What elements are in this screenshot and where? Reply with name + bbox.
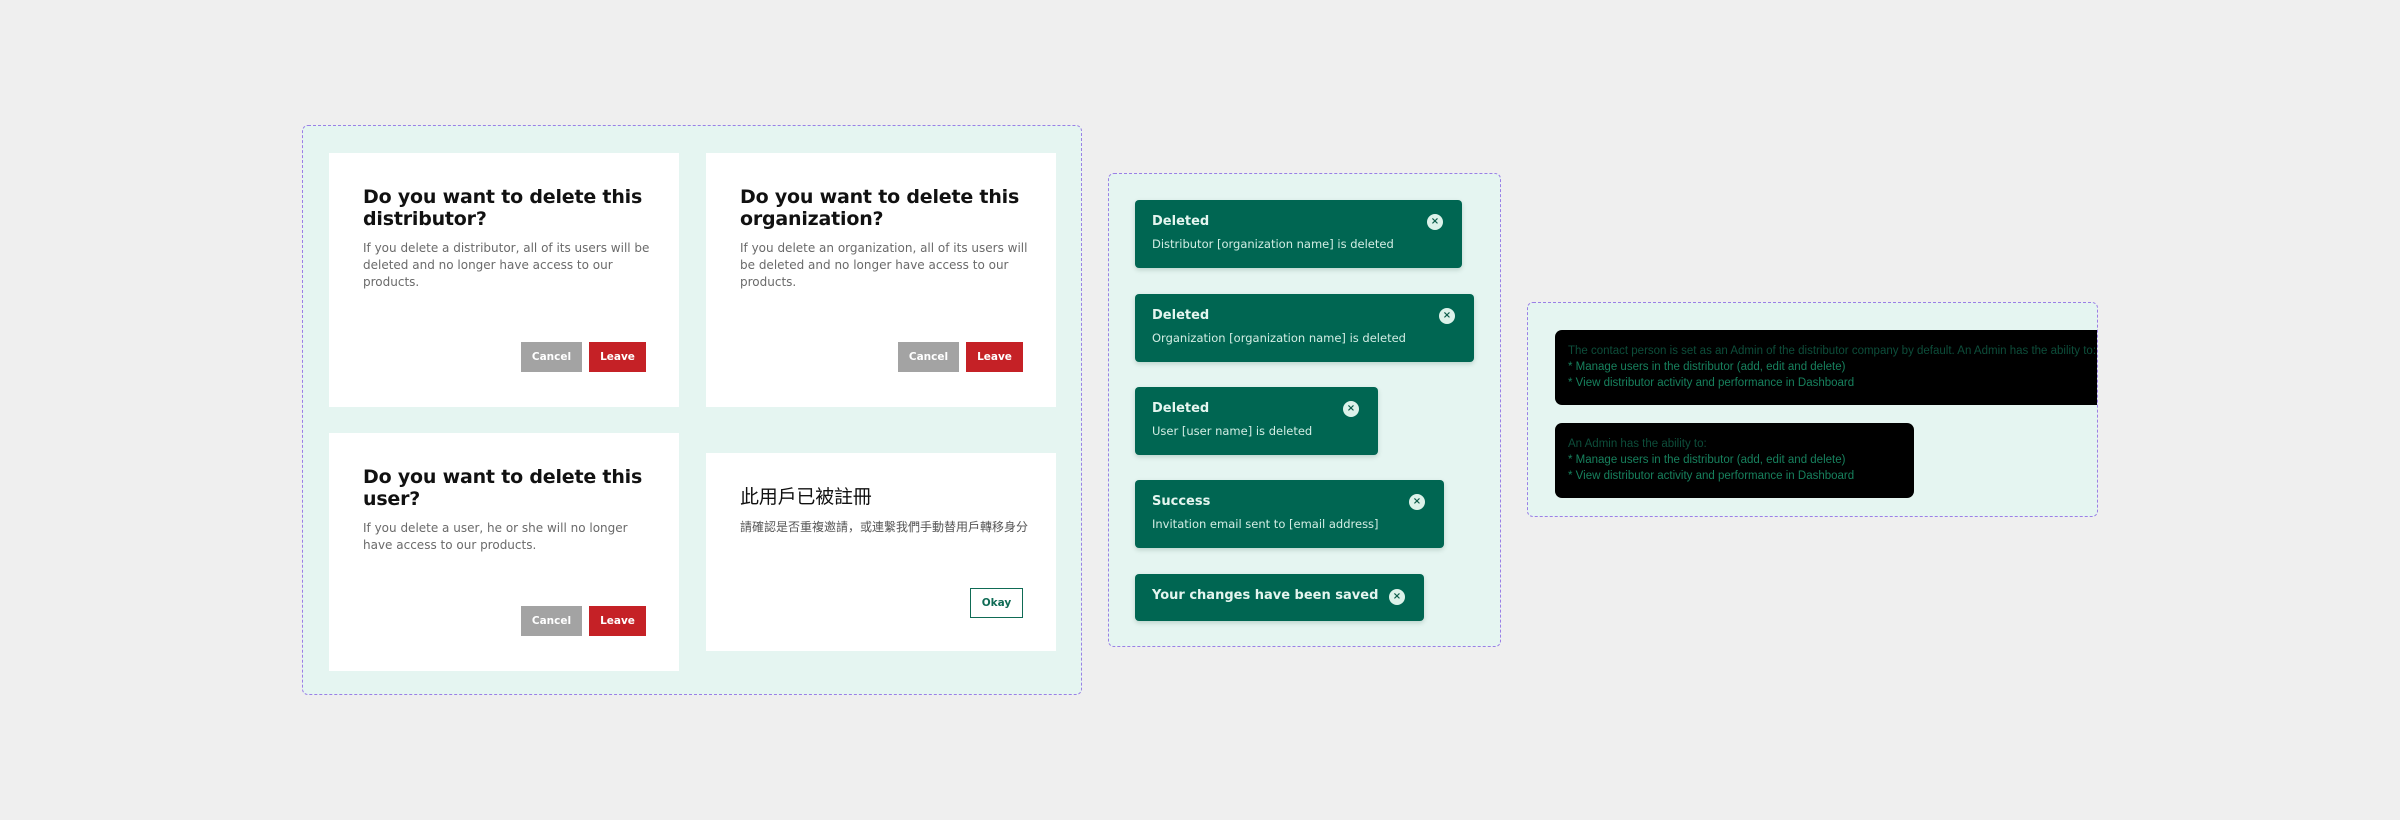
toast-distributor-deleted: Deleted Distributor [organization name] … bbox=[1135, 200, 1462, 268]
dialog-title: 此用戶已被註冊 bbox=[740, 486, 872, 508]
cancel-button[interactable]: Cancel bbox=[898, 342, 959, 372]
close-icon[interactable]: × bbox=[1439, 308, 1455, 324]
okay-button[interactable]: Okay bbox=[970, 588, 1023, 618]
toasts-frame: Deleted Distributor [organization name] … bbox=[1108, 173, 1501, 647]
toast-title: Deleted bbox=[1152, 214, 1210, 229]
close-icon[interactable]: × bbox=[1389, 589, 1405, 605]
toast-title: Success bbox=[1152, 494, 1211, 509]
toast-title: Your changes have been saved bbox=[1152, 588, 1379, 603]
cancel-button[interactable]: Cancel bbox=[521, 606, 582, 636]
dialog-body: If you delete a distributor, all of its … bbox=[363, 241, 650, 289]
admin-ability-tooltip: An Admin has the ability to: * Manage us… bbox=[1555, 423, 1914, 498]
dialog-title: Do you want to delete this distributor? bbox=[363, 186, 643, 230]
toast-changes-saved: Your changes have been saved × bbox=[1135, 574, 1424, 621]
leave-button[interactable]: Leave bbox=[589, 606, 646, 636]
tooltip-bullet: * View distributor activity and performa… bbox=[1568, 377, 1855, 389]
toast-title: Deleted bbox=[1152, 308, 1210, 323]
dialog-actions: Okay bbox=[970, 588, 1023, 618]
user-already-registered-dialog: 此用戶已被註冊 請確認是否重複邀請，或連繫我們手動替用戶轉移身分 Okay bbox=[706, 453, 1056, 651]
tooltip-intro: An Admin has the ability to: bbox=[1568, 438, 1707, 450]
tooltip-bullet: * View distributor activity and performa… bbox=[1568, 470, 1855, 482]
leave-button[interactable]: Leave bbox=[966, 342, 1023, 372]
dialog-body: 請確認是否重複邀請，或連繫我們手動替用戶轉移身分 bbox=[740, 520, 1029, 534]
close-icon[interactable]: × bbox=[1427, 214, 1443, 230]
toast-user-deleted: Deleted User [user name] is deleted × bbox=[1135, 387, 1378, 455]
leave-button[interactable]: Leave bbox=[589, 342, 646, 372]
delete-distributor-dialog: Do you want to delete this distributor? … bbox=[329, 153, 679, 407]
cancel-button[interactable]: Cancel bbox=[521, 342, 582, 372]
toast-message: Organization [organization name] is dele… bbox=[1152, 331, 1406, 345]
toast-title: Deleted bbox=[1152, 401, 1210, 416]
tooltip-intro: The contact person is set as an Admin of… bbox=[1568, 345, 2097, 357]
dialog-body: If you delete an organization, all of it… bbox=[740, 241, 1028, 289]
toast-organization-deleted: Deleted Organization [organization name]… bbox=[1135, 294, 1474, 362]
tooltips-frame: The contact person is set as an Admin of… bbox=[1527, 302, 2098, 517]
close-icon[interactable]: × bbox=[1343, 401, 1359, 417]
dialog-body: If you delete a user, he or she will no … bbox=[363, 521, 628, 552]
dialogs-frame: Do you want to delete this distributor? … bbox=[302, 125, 1082, 695]
dialog-title: Do you want to delete this organization? bbox=[740, 186, 1020, 230]
admin-info-tooltip: The contact person is set as an Admin of… bbox=[1555, 330, 2097, 405]
dialog-actions: Cancel Leave bbox=[521, 342, 646, 372]
toast-message: Invitation email sent to [email address] bbox=[1152, 517, 1379, 531]
delete-user-dialog: Do you want to delete this user? If you … bbox=[329, 433, 679, 671]
toast-invitation-sent: Success Invitation email sent to [email … bbox=[1135, 480, 1444, 548]
delete-organization-dialog: Do you want to delete this organization?… bbox=[706, 153, 1056, 407]
close-icon[interactable]: × bbox=[1409, 494, 1425, 510]
dialog-actions: Cancel Leave bbox=[898, 342, 1023, 372]
dialog-actions: Cancel Leave bbox=[521, 606, 646, 636]
tooltip-bullet: * Manage users in the distributor (add, … bbox=[1568, 454, 1846, 466]
toast-message: Distributor [organization name] is delet… bbox=[1152, 237, 1394, 251]
tooltip-bullet: * Manage users in the distributor (add, … bbox=[1568, 361, 1846, 373]
dialog-title: Do you want to delete this user? bbox=[363, 466, 643, 510]
toast-message: User [user name] is deleted bbox=[1152, 424, 1313, 438]
